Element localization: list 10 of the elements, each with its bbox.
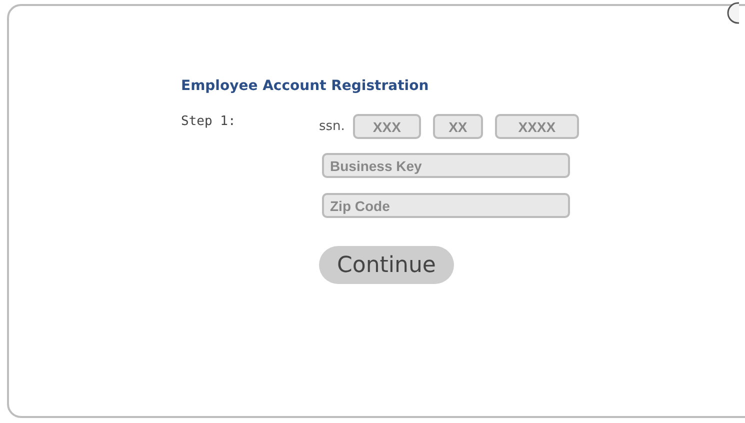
input-field[interactable]: Zip Code xyxy=(322,193,570,218)
ssn-label: ssn. xyxy=(319,119,345,134)
close-icon[interactable] xyxy=(726,2,739,24)
form-title: Employee Account Registration xyxy=(181,78,430,94)
input-field[interactable]: Business Key xyxy=(322,153,570,178)
ssn-field[interactable]: XXX xyxy=(352,114,421,139)
continue-button[interactable]: Continue xyxy=(319,246,454,284)
step-label: Step 1: xyxy=(181,113,237,131)
ssn-field[interactable]: XXXX xyxy=(494,114,579,139)
ssn-field[interactable]: XX xyxy=(432,114,483,139)
